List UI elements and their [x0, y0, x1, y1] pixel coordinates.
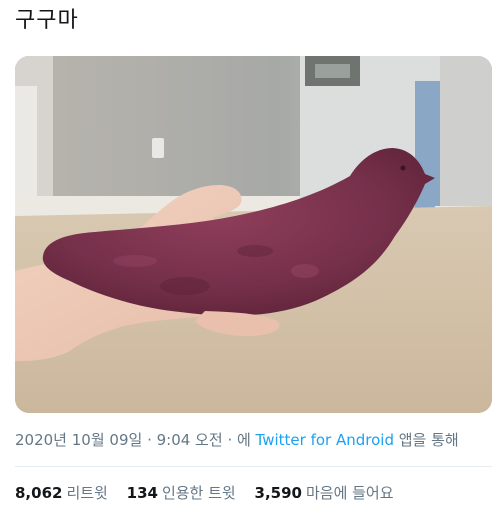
likes-stat[interactable]: 3,590 마음에 들어요 [255, 484, 394, 502]
meta-suffix: 앱을 통해 [393, 431, 459, 449]
quote-label: 인용한 트윗 [161, 484, 236, 502]
retweets-stat[interactable]: 8,062 리트윗 [15, 484, 108, 502]
meta-separator: · [142, 431, 157, 449]
sweet-potato-pigeon-image [15, 56, 492, 413]
tweet-photo[interactable] [15, 56, 492, 413]
tweet-text: 구구마 [15, 8, 79, 33]
like-label: 마음에 들어요 [305, 484, 394, 502]
retweet-label: 리트윗 [66, 484, 108, 502]
quote-tweets-stat[interactable]: 134 인용한 트윗 [127, 484, 236, 502]
divider [15, 466, 492, 467]
tweet-date[interactable]: 2020년 10월 09일 [15, 431, 142, 449]
like-count: 3,590 [254, 484, 302, 502]
tweet-stats: 8,062 리트윗 134 인용한 트윗 3,590 마음에 들어요 [15, 482, 408, 504]
tweet-source-link[interactable]: Twitter for Android [256, 431, 394, 449]
tweet: 구구마 2020년 10월 09일 · 9:04 오전 · 에 Twitter … [0, 0, 500, 507]
retweet-count: 8,062 [15, 484, 63, 502]
meta-separator: · 에 [222, 431, 256, 449]
tweet-timestamp: 2020년 10월 09일 · 9:04 오전 · 에 Twitter for … [15, 428, 459, 452]
quote-count: 134 [126, 484, 158, 502]
tweet-time[interactable]: 9:04 오전 [157, 431, 223, 449]
